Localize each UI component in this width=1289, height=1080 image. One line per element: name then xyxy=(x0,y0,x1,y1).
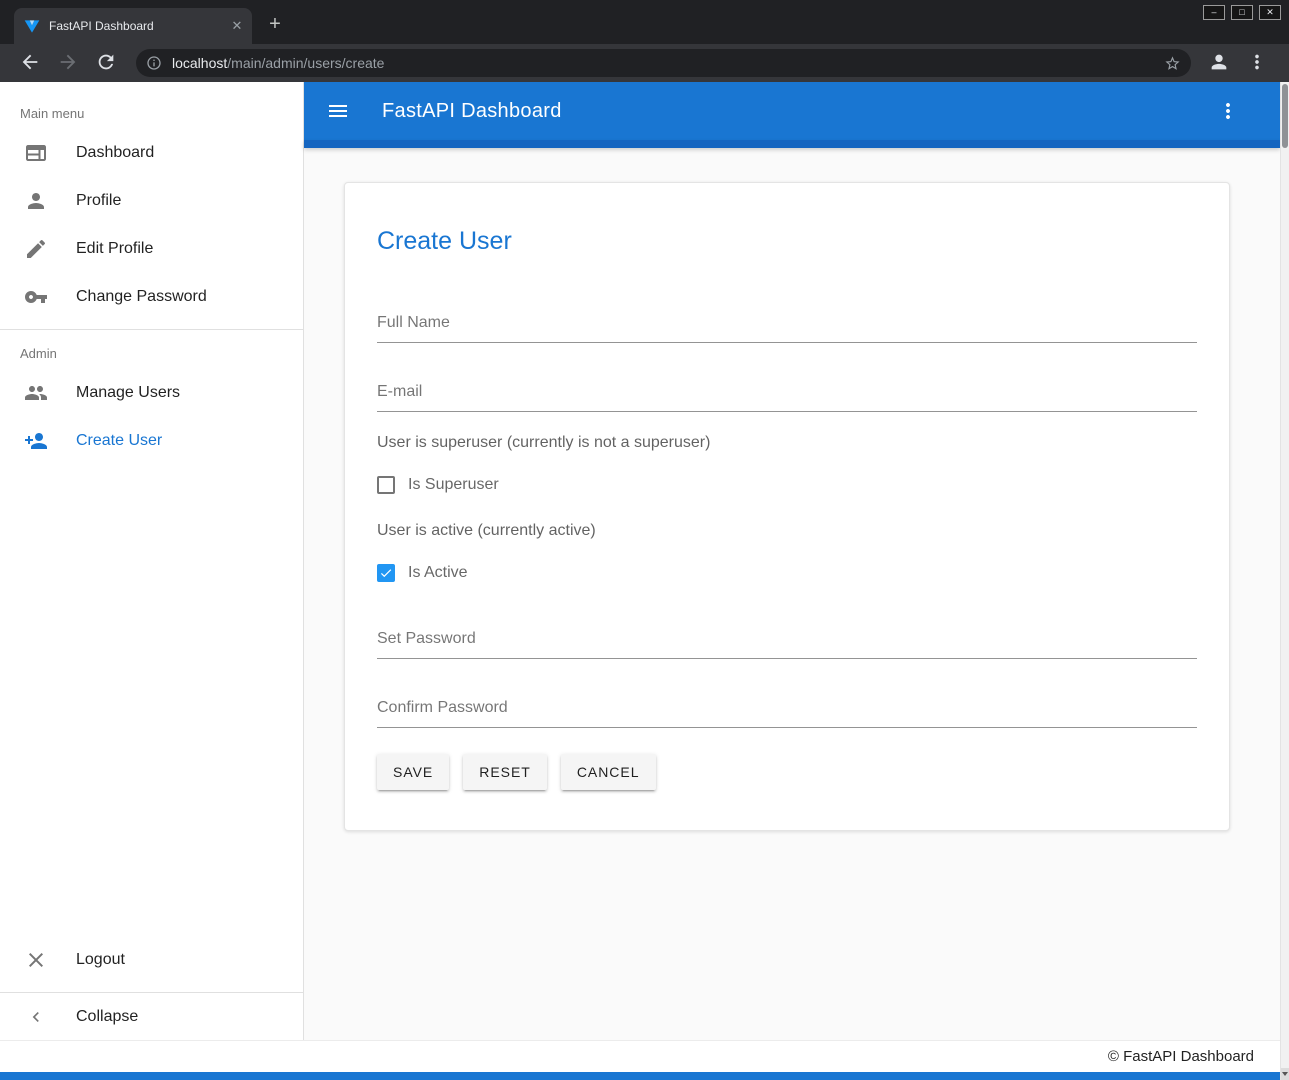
back-icon[interactable] xyxy=(19,51,43,75)
reset-button[interactable]: RESET xyxy=(463,754,547,790)
hamburger-menu-icon[interactable] xyxy=(326,99,350,123)
active-checkbox-label: Is Active xyxy=(408,564,468,582)
active-checkbox[interactable] xyxy=(377,564,395,582)
pencil-icon xyxy=(24,237,48,261)
sidebar-item-label: Profile xyxy=(76,192,121,210)
tab-title: FastAPI Dashboard xyxy=(49,19,228,33)
browser-tabstrip: FastAPI Dashboard ✕ + – □ ✕ xyxy=(0,0,1289,44)
check-icon xyxy=(379,565,393,581)
page-scrollbar[interactable] xyxy=(1280,82,1289,1080)
tab-close-icon[interactable]: ✕ xyxy=(228,17,246,35)
window-controls: – □ ✕ xyxy=(1203,5,1281,20)
sidebar-main-menu-label: Main menu xyxy=(0,82,303,129)
sidebar-admin-label: Admin xyxy=(0,338,303,369)
app-bar: FastAPI Dashboard xyxy=(304,82,1280,140)
reload-icon[interactable] xyxy=(95,51,119,75)
sidebar-item-label: Change Password xyxy=(76,288,207,306)
bookmark-star-icon[interactable] xyxy=(1164,55,1181,72)
window-minimize-button[interactable]: – xyxy=(1203,5,1225,20)
sidebar-item-label: Edit Profile xyxy=(76,240,153,258)
sidebar-divider xyxy=(0,329,303,330)
down-triangle-icon xyxy=(1282,1072,1288,1076)
sidebar-item-edit-profile[interactable]: Edit Profile xyxy=(0,225,303,273)
full-name-input[interactable] xyxy=(377,310,1197,343)
vuetify-favicon-icon xyxy=(24,18,40,34)
person-icon xyxy=(24,189,48,213)
browser-profile-icon[interactable] xyxy=(1208,51,1232,75)
sidebar-item-change-password[interactable]: Change Password xyxy=(0,273,303,321)
sidebar-item-label: Collapse xyxy=(76,1008,138,1026)
appbar-extension-strip xyxy=(304,140,1280,148)
footer: © FastAPI Dashboard xyxy=(0,1040,1280,1072)
set-password-input[interactable] xyxy=(377,626,1197,659)
appbar-title: FastAPI Dashboard xyxy=(382,100,1216,123)
active-checkbox-row[interactable]: Is Active xyxy=(377,564,1197,582)
browser-menu-kebab-icon[interactable] xyxy=(1246,51,1270,75)
chevron-left-icon xyxy=(24,1007,48,1027)
superuser-checkbox-label: Is Superuser xyxy=(408,476,499,494)
address-bar[interactable]: localhost/main/admin/users/create xyxy=(136,49,1191,77)
url-path: /main/admin/users/create xyxy=(227,55,384,71)
key-icon xyxy=(24,285,48,309)
page: Main menu Dashboard Profile Edit Profile… xyxy=(0,82,1289,1080)
copyright-text: © FastAPI Dashboard xyxy=(1108,1048,1254,1065)
create-user-card: Create User User is superuser (currently… xyxy=(344,182,1230,831)
email-input[interactable] xyxy=(377,379,1197,412)
sidebar-item-logout[interactable]: Logout xyxy=(0,936,303,984)
page-title: Create User xyxy=(377,227,1197,256)
sidebar-item-label: Manage Users xyxy=(76,384,180,402)
cancel-button[interactable]: CANCEL xyxy=(561,754,656,790)
sidebar-item-label: Dashboard xyxy=(76,144,154,162)
sidebar-item-label: Create User xyxy=(76,432,162,450)
browser-tab[interactable]: FastAPI Dashboard ✕ xyxy=(14,8,252,44)
dashboard-icon xyxy=(24,141,48,165)
superuser-checkbox[interactable] xyxy=(377,476,395,494)
content: Create User User is superuser (currently… xyxy=(304,148,1280,831)
site-info-icon[interactable] xyxy=(146,55,162,71)
sidebar-collapse-button[interactable]: Collapse xyxy=(0,992,303,1040)
main-area: FastAPI Dashboard Create User User is su… xyxy=(304,82,1280,1040)
footer-accent-bar xyxy=(0,1072,1280,1080)
sidebar: Main menu Dashboard Profile Edit Profile… xyxy=(0,82,304,1040)
scrollbar-down-arrow[interactable] xyxy=(1281,1068,1289,1080)
sidebar-item-label: Logout xyxy=(76,951,125,969)
person-add-icon xyxy=(24,429,48,453)
superuser-hint: User is superuser (currently is not a su… xyxy=(377,434,1197,452)
sidebar-item-profile[interactable]: Profile xyxy=(0,177,303,225)
appbar-kebab-icon[interactable] xyxy=(1216,99,1240,123)
form-buttons: SAVE RESET CANCEL xyxy=(377,754,1197,790)
sidebar-spacer xyxy=(0,465,303,936)
new-tab-button[interactable]: + xyxy=(262,11,288,37)
active-hint: User is active (currently active) xyxy=(377,522,1197,540)
browser-toolbar: localhost/main/admin/users/create xyxy=(0,44,1289,82)
forward-icon[interactable] xyxy=(57,51,81,75)
sidebar-item-manage-users[interactable]: Manage Users xyxy=(0,369,303,417)
close-icon xyxy=(24,948,48,972)
superuser-checkbox-row[interactable]: Is Superuser xyxy=(377,476,1197,494)
scrollbar-thumb[interactable] xyxy=(1282,84,1288,148)
people-icon xyxy=(24,381,48,405)
save-button[interactable]: SAVE xyxy=(377,754,449,790)
url-text[interactable]: localhost/main/admin/users/create xyxy=(172,55,1164,71)
url-host: localhost xyxy=(172,55,227,71)
confirm-password-input[interactable] xyxy=(377,695,1197,728)
sidebar-item-dashboard[interactable]: Dashboard xyxy=(0,129,303,177)
window-close-button[interactable]: ✕ xyxy=(1259,5,1281,20)
sidebar-item-create-user[interactable]: Create User xyxy=(0,417,303,465)
window-maximize-button[interactable]: □ xyxy=(1231,5,1253,20)
